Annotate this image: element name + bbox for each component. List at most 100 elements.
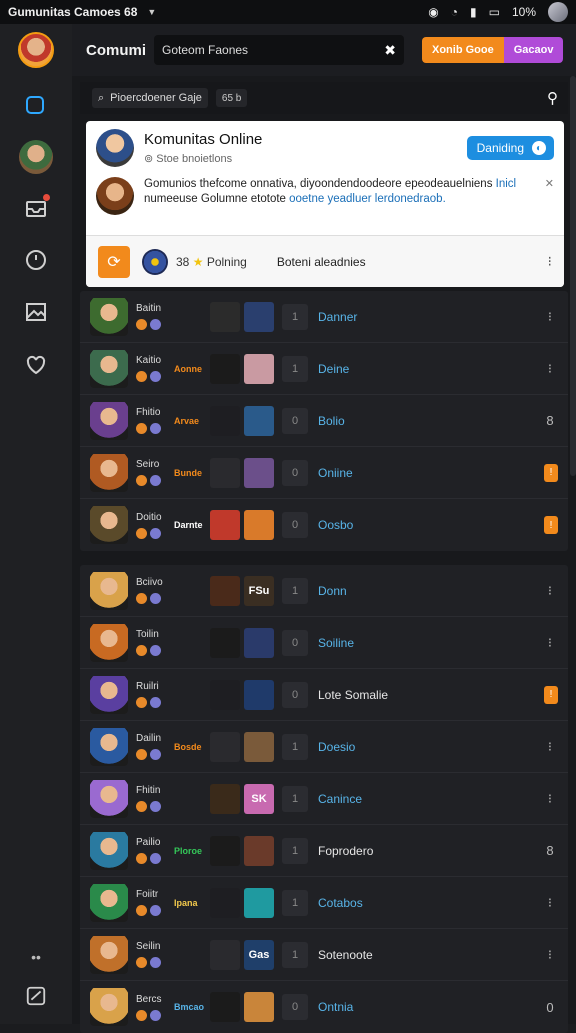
member-avatar[interactable] [90,506,128,544]
member-avatar[interactable] [90,297,128,336]
member-row[interactable]: Kaitio Aonne 1 Deine ⁝ [80,343,568,395]
select-checkbox[interactable]: 0 [282,512,308,538]
row-menu-icon[interactable]: 0 [542,1000,558,1015]
footer-avatar[interactable] [142,248,168,275]
game-thumb-2[interactable] [244,301,274,332]
shield-icon[interactable] [18,346,54,382]
game-thumb-2[interactable] [244,679,274,710]
game-thumb-2[interactable]: SK [244,783,274,814]
dismiss-icon[interactable]: ✕ [545,177,554,190]
game-thumb[interactable] [210,887,240,918]
user-avatar[interactable] [18,32,54,68]
game-thumb-2[interactable] [244,835,274,866]
member-avatar[interactable] [90,883,128,922]
select-checkbox[interactable]: 1 [282,577,308,604]
member-avatar[interactable] [90,988,128,1026]
game-thumb-2[interactable] [244,731,274,762]
scrollbar-track[interactable] [570,76,576,476]
row-menu-icon[interactable]: ⁝ [542,361,558,377]
game-thumb[interactable] [210,992,240,1022]
game-thumb[interactable] [210,575,240,606]
more-options-icon[interactable]: ⁝ [548,253,552,270]
select-checkbox[interactable]: 0 [282,629,308,656]
member-row[interactable]: Foiitr Ipana 1 Cotabos ⁝ [80,877,568,929]
search-input[interactable]: ⌕ Pioercdoener Gaje [92,88,208,108]
filter-tag[interactable]: 65 b [215,89,248,107]
row-menu-icon[interactable]: ⁝ [542,583,558,599]
member-avatar[interactable] [90,453,128,492]
game-thumb[interactable] [210,405,240,436]
select-checkbox[interactable]: 1 [282,355,308,382]
chat-icon[interactable] [18,88,54,124]
game-thumb[interactable] [210,353,240,384]
close-icon[interactable]: ✖ [384,42,396,59]
follow-button[interactable]: Daniding ◐ [466,136,554,160]
message-link[interactable]: Inicl [496,178,516,190]
select-checkbox[interactable]: 0 [282,994,308,1020]
member-row[interactable]: Bciivo FSu 1 Donn ⁝ [80,565,568,617]
row-menu-icon[interactable]: ! [544,516,558,534]
select-checkbox[interactable]: 1 [282,785,308,812]
game-thumb[interactable] [210,835,240,866]
message-link-2[interactable]: ooetne yeadluer lerdonedraob. [289,193,446,205]
game-thumb-2[interactable] [244,510,274,540]
settings-icon[interactable] [25,985,47,1012]
member-row[interactable]: Fhitio Arvae 0 Bolio 8 [80,395,568,447]
select-checkbox[interactable]: 1 [282,303,308,330]
member-row[interactable]: Baitin 1 Danner ⁝ [80,291,568,343]
game-thumb-2[interactable] [244,627,274,658]
row-menu-icon[interactable]: 8 [542,843,558,858]
member-row[interactable]: Ruilri 0 Lote Somalie! [80,669,568,721]
join-button[interactable]: Xonib Gooe [422,37,504,63]
game-thumb[interactable] [210,731,240,762]
member-avatar[interactable] [90,831,128,870]
chevron-down-icon[interactable]: ▼ [147,7,156,17]
member-row[interactable]: Dailin Bosde 1 Doesio ⁝ [80,721,568,773]
select-checkbox[interactable]: 1 [282,941,308,968]
game-thumb[interactable] [210,301,240,332]
member-avatar[interactable] [90,349,128,388]
game-thumb-2[interactable] [244,992,274,1022]
member-avatar[interactable] [90,401,128,440]
member-row[interactable]: Fhitin SK 1 Canince ⁝ [80,773,568,825]
game-thumb[interactable] [210,510,240,540]
community-avatar[interactable] [96,129,134,167]
friend-avatar[interactable] [19,140,53,174]
row-menu-icon[interactable]: ⁝ [542,947,558,963]
member-avatar[interactable] [90,727,128,766]
member-avatar[interactable] [90,623,128,662]
member-row[interactable]: Bercs Bmcao 0 Ontnia 0 [80,981,568,1033]
community-input[interactable]: Goteom Faones ✖ [154,35,404,65]
clock-icon[interactable] [18,242,54,278]
member-avatar[interactable] [90,571,128,610]
member-row[interactable]: Pailio Ploroe 1 Foprodero 8 [80,825,568,877]
game-thumb-2[interactable] [244,887,274,918]
row-menu-icon[interactable]: ⁝ [542,895,558,911]
row-menu-icon[interactable]: ⁝ [542,309,558,325]
row-menu-icon[interactable]: ⁝ [542,635,558,651]
row-menu-icon[interactable]: ! [544,685,558,704]
game-thumb[interactable] [210,939,240,970]
game-thumb-2[interactable] [244,405,274,436]
game-thumb[interactable] [210,457,240,488]
row-menu-icon[interactable]: ! [544,463,558,482]
select-checkbox[interactable]: 1 [282,837,308,864]
row-menu-icon[interactable]: 8 [542,413,558,428]
orange-app-icon[interactable]: ⟳ [98,245,130,278]
profile-avatar[interactable] [548,2,568,22]
game-thumb-2[interactable]: FSu [244,575,274,606]
game-thumb[interactable] [210,679,240,710]
game-thumb-2[interactable]: Gas [244,939,274,970]
member-avatar[interactable] [90,675,128,714]
row-menu-icon[interactable]: ⁝ [542,739,558,755]
game-thumb[interactable] [210,627,240,658]
pin-icon[interactable]: ⚲ [547,89,558,107]
image-icon[interactable] [18,294,54,330]
select-checkbox[interactable]: 1 [282,733,308,760]
game-thumb-2[interactable] [244,457,274,488]
member-row[interactable]: Toilin 0 Soiline ⁝ [80,617,568,669]
select-checkbox[interactable]: 0 [282,681,308,708]
member-row[interactable]: Doitio Darnte 0 Oosbo! [80,499,568,551]
message-avatar[interactable] [96,177,134,215]
game-thumb[interactable] [210,783,240,814]
